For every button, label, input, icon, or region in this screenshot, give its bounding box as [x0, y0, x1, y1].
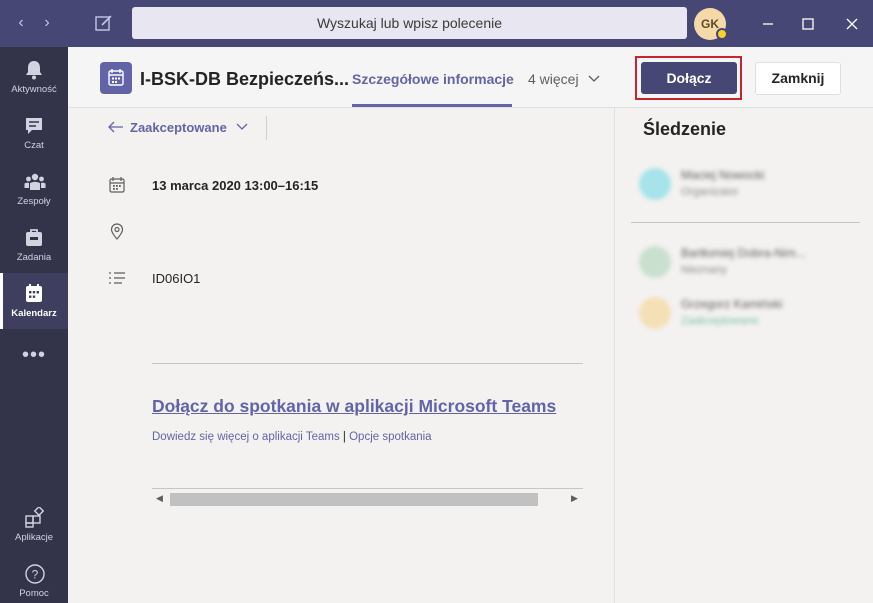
rail-item-teams[interactable]: Zespoły — [0, 161, 68, 217]
scroll-left-icon[interactable]: ◀ — [156, 493, 163, 504]
active-tab-indicator — [352, 104, 512, 107]
tracking-title: Śledzenie — [643, 119, 727, 139]
attendee-name: Grzegorz Kamiński — [681, 297, 783, 311]
meeting-description: ID06IO1 — [152, 271, 201, 286]
learn-more-link[interactable]: Dowiedz się więcej o aplikacji Teams — [152, 431, 340, 443]
horizontal-scrollbar[interactable]: ◀ ▶ — [152, 488, 583, 510]
help-links: Dowiedz się więcej o aplikacji Teams | O… — [152, 431, 432, 443]
briefcase-icon — [26, 229, 42, 246]
meeting-calendar-icon — [100, 62, 132, 94]
rail-item-activity[interactable]: Aktywność — [0, 49, 68, 105]
scroll-right-icon[interactable]: ▶ — [571, 493, 578, 504]
back-arrow-icon[interactable]: ‹ — [12, 12, 30, 34]
chevron-down-icon — [589, 75, 600, 82]
forward-arrow-icon[interactable]: › — [38, 12, 56, 34]
rail-item-label: Aplikacje — [14, 532, 54, 543]
apps-icon — [25, 507, 44, 528]
divider — [631, 222, 860, 223]
meeting-header: I-BSK-DB Bezpieczeńs... Szczegółowe info… — [68, 47, 873, 108]
close-button[interactable]: Zamknij — [755, 62, 841, 95]
description-icon — [109, 272, 125, 284]
attendee-name: Maciej Nowocki — [681, 168, 765, 182]
tab-more[interactable]: 4 więcej — [528, 71, 600, 87]
divider — [266, 116, 267, 140]
rail-item-label: Aktywność — [11, 84, 57, 95]
tab-details[interactable]: Szczegółowe informacje — [352, 71, 514, 87]
title-bar: ‹ › Wyszukaj lub wpisz polecenie GK — [0, 0, 873, 47]
rail-item-help[interactable]: ? Pomoc — [0, 553, 68, 603]
rsvp-label: Zaakceptowane — [130, 120, 227, 135]
link-separator: | — [342, 431, 346, 443]
chevron-down-icon — [236, 123, 248, 130]
meeting-options-link[interactable]: Opcje spotkania — [349, 431, 431, 443]
rail-item-label: Kalendarz — [11, 308, 57, 319]
close-window-icon[interactable] — [840, 12, 864, 36]
location-icon — [110, 223, 124, 240]
tracking-panel: Śledzenie Maciej Nowocki Organizator Bar… — [614, 108, 873, 603]
minimize-icon[interactable] — [756, 12, 780, 36]
app-rail: Aktywność Czat Zespoły Zadania Kalendarz… — [0, 47, 68, 603]
attendee-item[interactable]: Bartłomiej Dobra-Nim... Nieznany — [639, 242, 859, 282]
attendee-item[interactable]: Maciej Nowocki Organizator — [639, 164, 859, 204]
scrollbar-thumb[interactable] — [170, 493, 538, 506]
calendar-icon — [109, 177, 125, 193]
rail-item-label: Pomoc — [19, 588, 49, 599]
more-apps-icon[interactable]: ••• — [0, 344, 68, 367]
chat-icon — [26, 118, 42, 134]
bell-icon — [26, 61, 42, 80]
maximize-icon[interactable] — [796, 12, 820, 36]
rail-item-tasks[interactable]: Zadania — [0, 217, 68, 273]
compose-icon[interactable] — [94, 13, 114, 33]
search-input[interactable]: Wyszukaj lub wpisz polecenie — [132, 7, 687, 39]
tab-more-label: 4 więcej — [528, 71, 579, 87]
meeting-details: Zaakceptowane 13 marca 2020 13:00–16:15 … — [68, 108, 614, 603]
help-icon: ? — [25, 564, 45, 584]
meeting-datetime: 13 marca 2020 13:00–16:15 — [152, 178, 319, 193]
avatar — [639, 168, 671, 200]
rail-item-label: Czat — [24, 140, 44, 151]
join-button[interactable]: Dołącz — [641, 62, 737, 94]
calendar-icon — [26, 284, 42, 302]
rsvp-dropdown[interactable]: Zaakceptowane — [108, 120, 248, 135]
attendee-name: Bartłomiej Dobra-Nim... — [681, 246, 806, 260]
attendee-status: Nieznany — [681, 264, 727, 276]
rail-item-chat[interactable]: Czat — [0, 105, 68, 161]
teams-icon — [24, 173, 46, 190]
page-title: I-BSK-DB Bezpieczeńs... — [140, 69, 350, 89]
rail-item-label: Zadania — [16, 252, 52, 263]
rail-item-label: Zespoły — [17, 196, 51, 207]
rail-item-calendar[interactable]: Kalendarz — [0, 273, 68, 329]
attendee-item[interactable]: Grzegorz Kamiński Zaakceptowane — [639, 293, 859, 333]
reply-icon — [108, 121, 123, 133]
attendee-status: Organizator — [681, 186, 739, 198]
avatar — [639, 297, 671, 329]
status-badge — [716, 28, 728, 40]
svg-text:?: ? — [32, 568, 39, 582]
divider — [152, 363, 583, 364]
join-teams-link[interactable]: Dołącz do spotkania w aplikacji Microsof… — [152, 396, 556, 417]
avatar — [639, 246, 671, 278]
rail-item-apps[interactable]: Aplikacje — [0, 497, 68, 553]
attendee-status: Zaakceptowane — [681, 315, 759, 327]
